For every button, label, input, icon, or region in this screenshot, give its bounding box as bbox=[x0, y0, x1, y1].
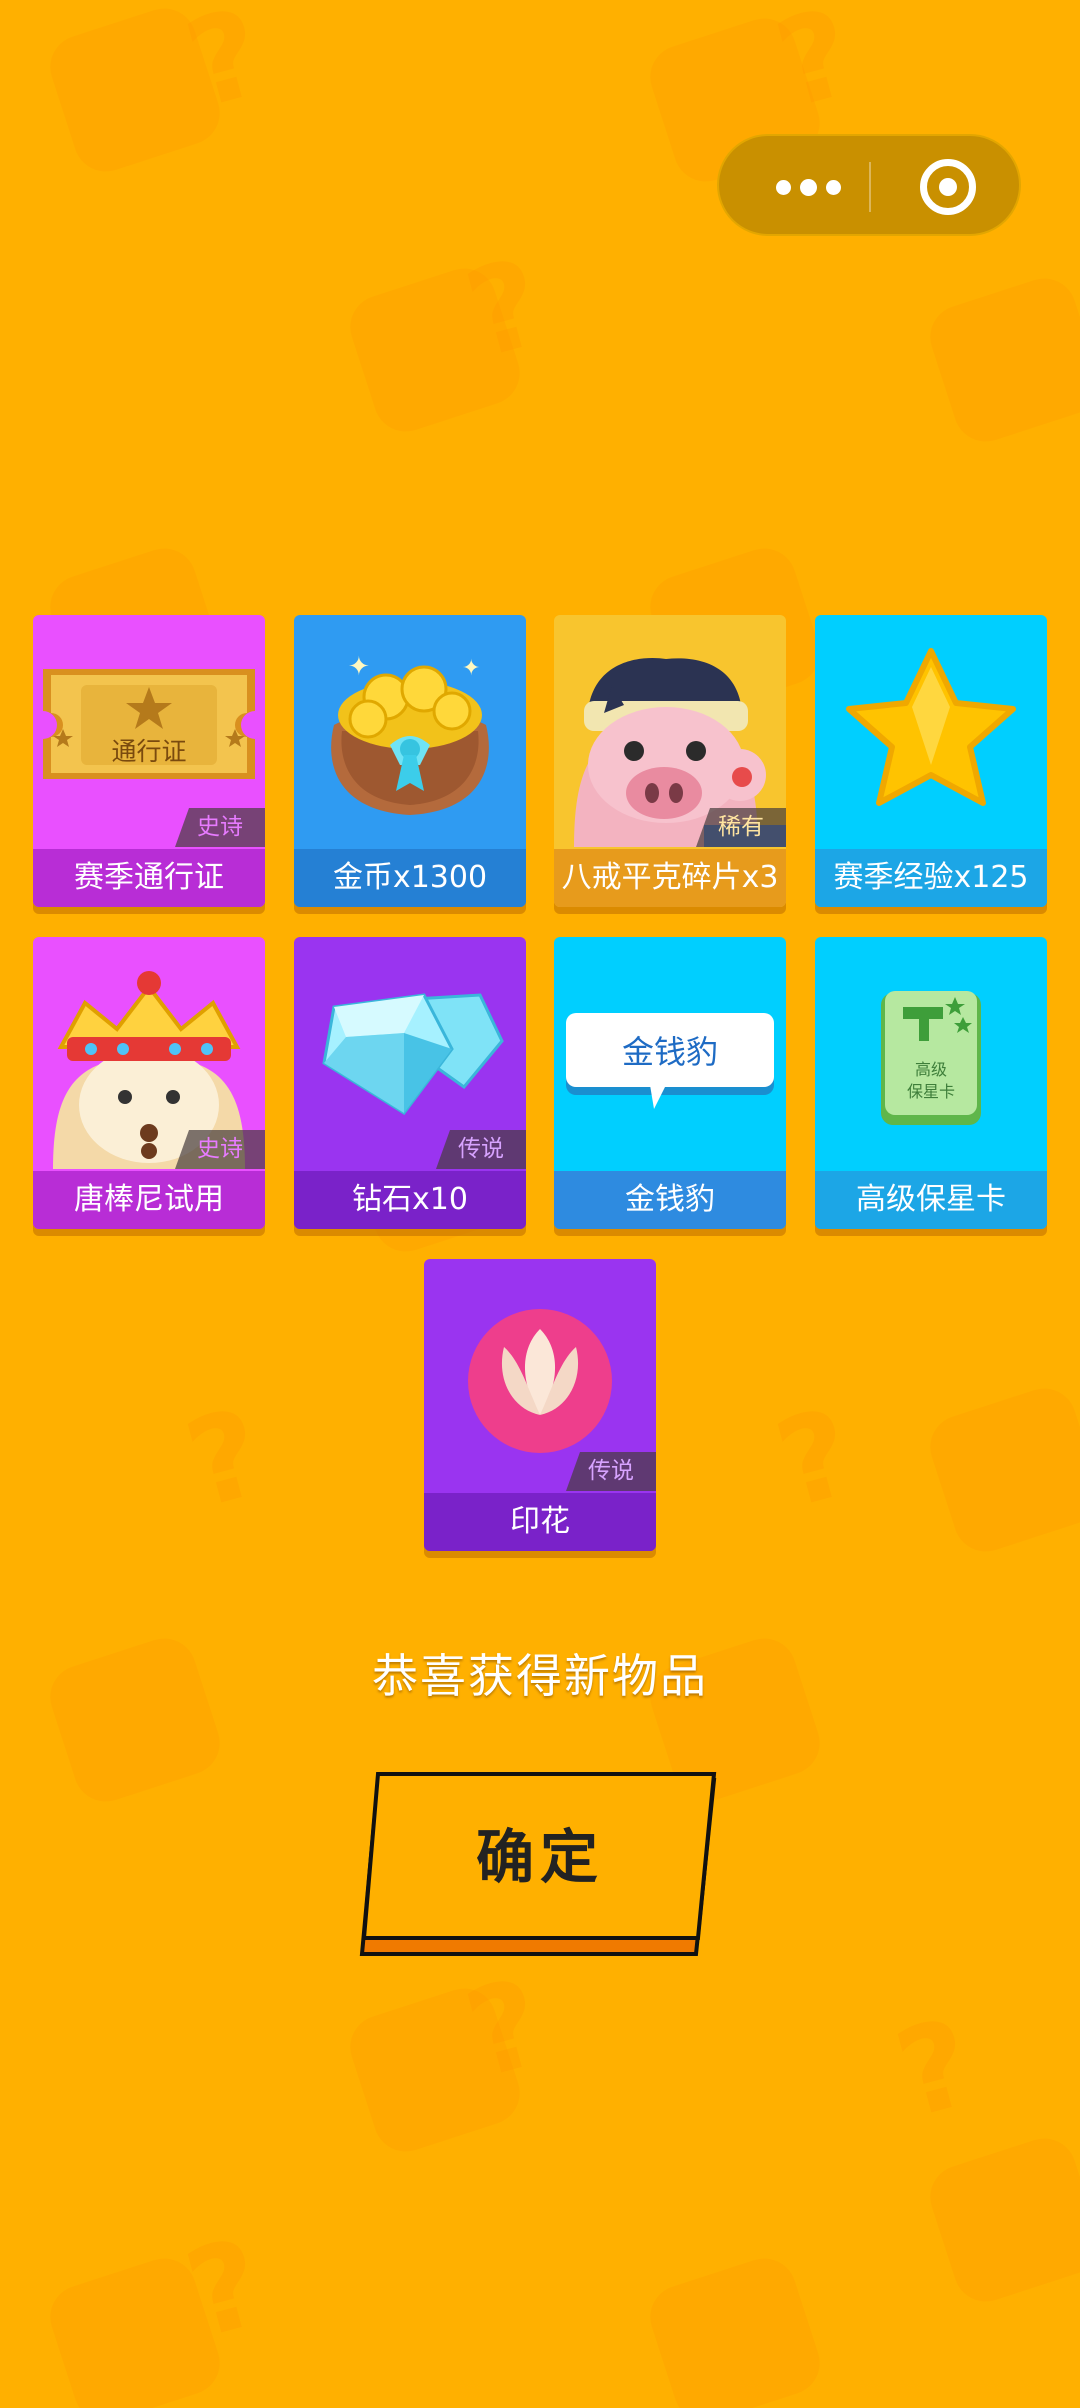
reward-card: 传说 印花 bbox=[424, 1259, 656, 1551]
mini-program-capsule bbox=[717, 134, 1021, 236]
rarity-badge: 史诗 bbox=[175, 1130, 265, 1169]
reward-card: 金钱豹 金钱豹 bbox=[554, 937, 786, 1229]
reward-caption: 恭喜获得新物品 bbox=[372, 1649, 708, 1703]
svg-text:高级: 高级 bbox=[915, 1060, 947, 1079]
confirm-button[interactable]: 确定 bbox=[358, 1768, 722, 1958]
rarity-badge: 稀有 bbox=[696, 808, 786, 847]
reward-card: 赛季经验x125 bbox=[815, 615, 1047, 907]
rarity-badge: 传说 bbox=[436, 1130, 526, 1169]
reward-name: 赛季经验x125 bbox=[815, 849, 1047, 907]
reward-card: 高级 保星卡 高级保星卡 bbox=[815, 937, 1047, 1229]
confirm-button-label: 确定 bbox=[475, 1823, 604, 1891]
svg-text:保星卡: 保星卡 bbox=[907, 1082, 955, 1101]
capsule-divider bbox=[869, 162, 871, 212]
svg-text:✦: ✦ bbox=[462, 656, 480, 681]
speech-bubble-icon: 金钱豹 bbox=[554, 937, 786, 1169]
reward-card: 史诗 唐棒尼试用 bbox=[33, 937, 265, 1229]
reward-card: 稀有 八戒平克碎片x3 bbox=[554, 615, 786, 907]
reward-name: 赛季通行证 bbox=[33, 849, 265, 907]
reward-name: 印花 bbox=[424, 1493, 656, 1551]
rarity-badge: 传说 bbox=[566, 1452, 656, 1491]
reward-name: 钻石x10 bbox=[294, 1171, 526, 1229]
svg-text:通行证: 通行证 bbox=[111, 737, 186, 766]
reward-card: 传说 钻石x10 bbox=[294, 937, 526, 1229]
reward-name: 金币x1300 bbox=[294, 849, 526, 907]
reward-name: 高级保星卡 bbox=[815, 1171, 1047, 1229]
reward-card: ✦ ✦ 金币x1300 bbox=[294, 615, 526, 907]
gold-coin-bag-icon: ✦ ✦ bbox=[294, 615, 526, 847]
reward-name: 唐棒尼试用 bbox=[33, 1171, 265, 1229]
star-protect-card-icon: 高级 保星卡 bbox=[815, 937, 1047, 1169]
more-dots-icon[interactable] bbox=[763, 167, 853, 207]
svg-text:✦: ✦ bbox=[348, 652, 370, 682]
svg-text:金钱豹: 金钱豹 bbox=[622, 1033, 718, 1071]
reward-card: 通行证 史诗 赛季通行证 bbox=[33, 615, 265, 907]
reward-name: 金钱豹 bbox=[554, 1171, 786, 1229]
rarity-badge: 史诗 bbox=[175, 808, 265, 847]
reward-name: 八戒平克碎片x3 bbox=[554, 849, 786, 907]
target-circle-icon[interactable] bbox=[920, 159, 976, 215]
star-icon bbox=[815, 615, 1047, 847]
